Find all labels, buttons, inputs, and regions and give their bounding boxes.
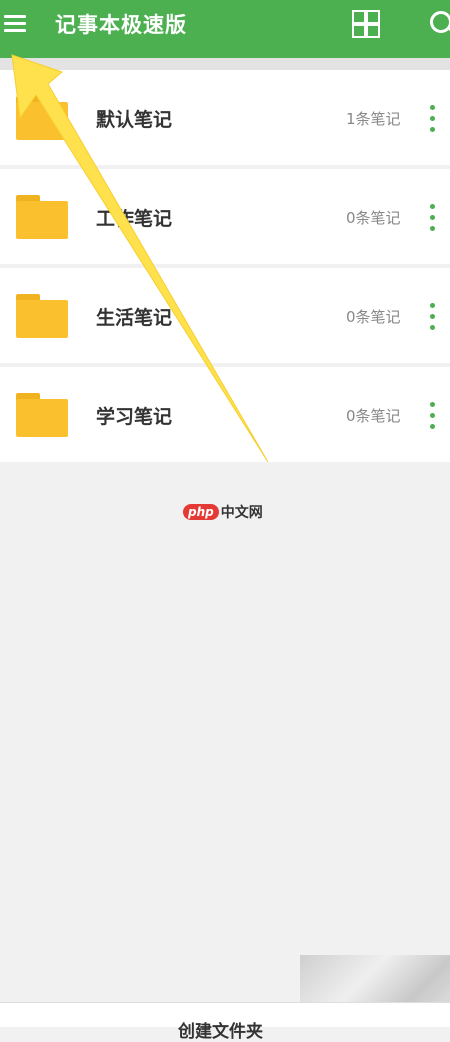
folder-icon [16,294,68,338]
folder-item-life[interactable]: 生活笔记 0条笔记 [0,268,450,363]
search-icon[interactable] [428,9,450,39]
folder-name: 工作笔记 [96,208,173,230]
folder-name: 默认笔记 [96,109,173,131]
folder-list: 默认笔记 1条笔记 工作笔记 0条笔记 生活笔记 0条笔记 学习笔记 0条笔记 [0,70,450,466]
more-options-icon[interactable] [425,301,441,331]
folder-icon [16,96,68,140]
note-count: 0条笔记 [346,308,401,326]
menu-icon[interactable] [2,11,28,37]
note-count: 0条笔记 [346,407,401,425]
folder-item-default[interactable]: 默认笔记 1条笔记 [0,70,450,165]
app-title: 记事本极速版 [55,13,187,37]
appbar-divider [0,58,450,70]
bottom-bar: 创建文件夹 [0,1002,450,1042]
folder-name: 生活笔记 [96,307,173,329]
watermark: php 中文网 [183,501,263,523]
app-bar: 记事本极速版 [0,0,450,58]
watermark-text: 中文网 [220,505,263,521]
folder-name: 学习笔记 [96,406,173,428]
watermark-badge: php [183,504,219,520]
folder-icon [16,393,68,437]
folder-item-study[interactable]: 学习笔记 0条笔记 [0,367,450,462]
more-options-icon[interactable] [425,202,441,232]
more-options-icon[interactable] [425,400,441,430]
note-count: 0条笔记 [346,209,401,227]
note-count: 1条笔记 [346,110,401,128]
folder-icon [16,195,68,239]
grid-view-icon[interactable] [352,10,380,38]
folder-item-work[interactable]: 工作笔记 0条笔记 [0,169,450,264]
more-options-icon[interactable] [425,103,441,133]
create-folder-button[interactable]: 创建文件夹 [178,1017,263,1042]
